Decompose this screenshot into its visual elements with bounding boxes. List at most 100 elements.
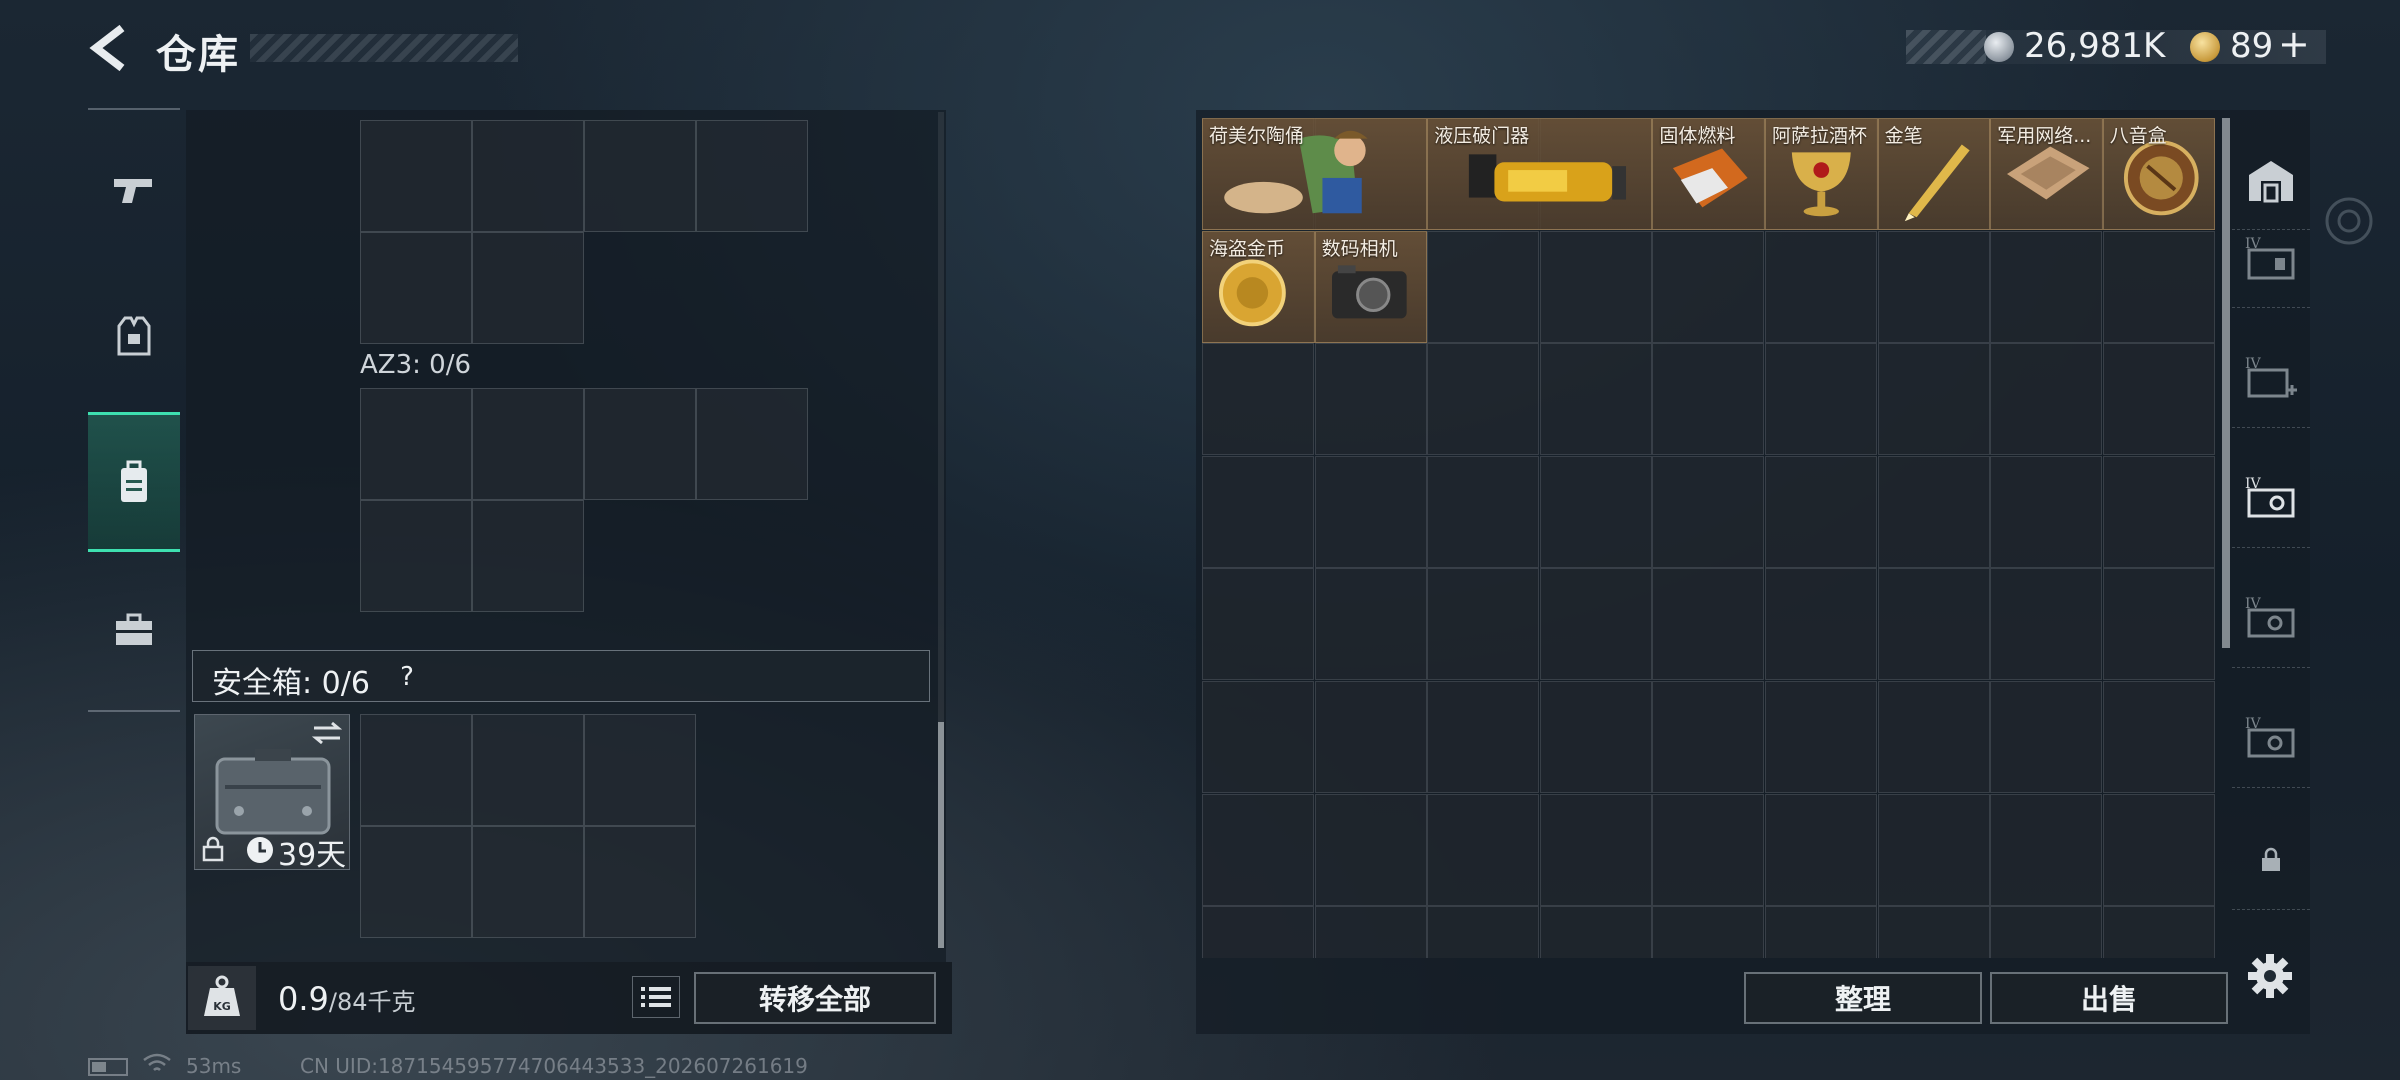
storage-slot-cell[interactable] (1427, 906, 1540, 958)
storage-slot-cell[interactable] (1314, 455, 1427, 568)
storage-slot-cell[interactable] (1652, 793, 1765, 906)
storage-item[interactable]: 金笔 (1877, 118, 1991, 230)
storage-slot-cell[interactable] (1765, 343, 1877, 456)
storage-item[interactable]: 海盗金币 (1202, 230, 1315, 343)
safebox-slot-cell[interactable] (584, 714, 696, 826)
storage-item[interactable]: 荷美尔陶俑 (1202, 118, 1428, 230)
storage-slot-cell[interactable] (1202, 455, 1314, 568)
slot-cell[interactable] (696, 388, 808, 500)
safebox-slot-cell[interactable] (472, 714, 584, 826)
storage-slot-cell[interactable] (1202, 681, 1314, 793)
storage-slot-cell[interactable] (1877, 568, 1990, 681)
storage-slot-cell[interactable] (1427, 343, 1540, 456)
storage-slot-cell[interactable] (2102, 230, 2215, 343)
storage-slot-cell[interactable] (1202, 906, 1314, 958)
storage-slot-cell[interactable] (1765, 230, 1877, 343)
storage-slot-cell[interactable] (2102, 455, 2215, 568)
tab-storage-5[interactable]: IV (2232, 688, 2310, 788)
storage-slot-cell[interactable] (1427, 681, 1540, 793)
storage-scrollbar-thumb[interactable] (2222, 118, 2230, 648)
back-button[interactable] (88, 24, 132, 72)
tab-storage-4[interactable]: IV (2232, 568, 2310, 668)
tab-armor[interactable] (88, 276, 180, 396)
slot-cell[interactable] (696, 120, 808, 232)
tab-storage-3[interactable]: IV (2232, 448, 2310, 548)
storage-slot-cell[interactable] (1765, 681, 1877, 793)
slot-cell[interactable] (472, 120, 584, 232)
add-currency-button[interactable]: + (2278, 22, 2310, 66)
storage-slot-cell[interactable] (1314, 343, 1427, 456)
storage-slot-cell[interactable] (1765, 455, 1877, 568)
storage-slot-cell[interactable] (1652, 343, 1765, 456)
storage-slot-cell[interactable] (1877, 793, 1990, 906)
safebox-slot-cell[interactable] (584, 826, 696, 938)
transfer-all-button[interactable]: 转移全部 (694, 972, 936, 1024)
storage-slot-cell[interactable] (1990, 230, 2103, 343)
storage-slot-cell[interactable] (1202, 793, 1314, 906)
storage-slot-cell[interactable] (1314, 906, 1427, 958)
storage-slot-cell[interactable] (2102, 793, 2215, 906)
tab-storage-1[interactable]: IV (2232, 208, 2310, 308)
safebox-slot-cell[interactable] (472, 826, 584, 938)
storage-slot-cell[interactable] (1877, 455, 1990, 568)
storage-item[interactable]: 军用网络... (1990, 118, 2103, 230)
tab-weapon[interactable] (88, 130, 180, 250)
storage-slot-cell[interactable] (1539, 455, 1652, 568)
storage-slot-cell[interactable] (1314, 793, 1427, 906)
storage-item[interactable]: 阿萨拉酒杯 (1765, 118, 1878, 230)
slot-cell[interactable] (472, 388, 584, 500)
storage-slot-cell[interactable] (2102, 906, 2215, 958)
safebox-help-button[interactable]: ? (390, 660, 424, 694)
sort-button[interactable]: 整理 (1744, 972, 1982, 1024)
slot-cell[interactable] (360, 500, 472, 612)
slot-cell[interactable] (584, 120, 696, 232)
storage-slot-cell[interactable] (1990, 568, 2103, 681)
storage-slot-cell[interactable] (1202, 568, 1314, 681)
sell-button[interactable]: 出售 (1990, 972, 2228, 1024)
storage-slot-cell[interactable] (1539, 793, 1652, 906)
storage-slot-cell[interactable] (1765, 906, 1877, 958)
storage-slot-cell[interactable] (2102, 681, 2215, 793)
storage-slot-cell[interactable] (1765, 568, 1877, 681)
storage-slot-cell[interactable] (1990, 455, 2103, 568)
storage-slot-cell[interactable] (1427, 455, 1540, 568)
tab-storage-2[interactable]: IV (2232, 328, 2310, 428)
storage-slot-cell[interactable] (1990, 906, 2103, 958)
slot-cell[interactable] (360, 120, 472, 232)
storage-slot-cell[interactable] (1314, 568, 1427, 681)
storage-item[interactable]: 液压破门器 (1427, 118, 1653, 230)
tab-backpack[interactable] (88, 412, 180, 552)
storage-slot-cell[interactable] (1539, 906, 1652, 958)
tab-locked-storage[interactable] (2232, 810, 2310, 910)
storage-slot-cell[interactable] (1652, 906, 1765, 958)
storage-slot-cell[interactable] (1539, 343, 1652, 456)
storage-slot-cell[interactable] (1877, 230, 1990, 343)
slot-cell[interactable] (472, 232, 584, 344)
storage-slot-cell[interactable] (1202, 343, 1314, 456)
backpack-scrollbar-thumb[interactable] (938, 722, 944, 948)
tab-case[interactable] (88, 570, 180, 690)
storage-slot-cell[interactable] (1877, 343, 1990, 456)
storage-slot-cell[interactable] (1427, 568, 1540, 681)
safebox-slot-cell[interactable] (360, 714, 472, 826)
storage-item[interactable]: 八音盒 (2102, 118, 2216, 230)
storage-slot-cell[interactable] (1539, 230, 1652, 343)
storage-slot-cell[interactable] (1990, 681, 2103, 793)
storage-slot-cell[interactable] (1539, 568, 1652, 681)
safebox-slot-cell[interactable] (360, 826, 472, 938)
storage-slot-cell[interactable] (1990, 793, 2103, 906)
storage-slot-cell[interactable] (1652, 230, 1765, 343)
slot-cell[interactable] (472, 500, 584, 612)
storage-slot-cell[interactable] (1652, 681, 1765, 793)
storage-slot-cell[interactable] (1652, 455, 1765, 568)
slot-cell[interactable] (360, 232, 472, 344)
storage-slot-cell[interactable] (1314, 681, 1427, 793)
storage-slot-cell[interactable] (1539, 681, 1652, 793)
settings-button[interactable] (2246, 952, 2294, 1000)
storage-slot-cell[interactable] (1877, 906, 1990, 958)
storage-slot-cell[interactable] (1765, 793, 1877, 906)
swap-icon[interactable] (310, 720, 344, 746)
storage-item[interactable]: 固体燃料 (1652, 118, 1765, 230)
storage-slot-cell[interactable] (1877, 681, 1990, 793)
storage-slot-cell[interactable] (1652, 568, 1765, 681)
